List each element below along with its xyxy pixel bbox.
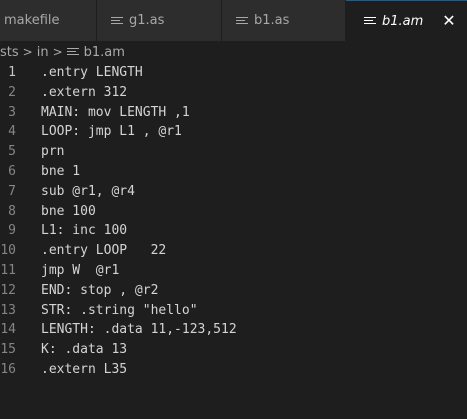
line-text: LOOP: jmp L1 , @r1 (41, 124, 182, 140)
line-text: L1: inc 100 (41, 223, 128, 239)
file-lines-icon (66, 47, 79, 57)
tab-g1-as[interactable]: g1.as (97, 0, 222, 41)
line-number: 16 (0, 361, 16, 377)
tab-b1-as[interactable]: b1.as (222, 0, 346, 41)
line-text: END: stop , @r2 (41, 282, 159, 298)
line-text: jmp W @r1 (41, 262, 120, 278)
code-line[interactable]: 11 jmp W @r1 (0, 261, 467, 281)
line-number: 9 (8, 223, 16, 239)
line-number: 5 (8, 144, 16, 160)
code-line[interactable]: 5 prn (0, 142, 467, 162)
line-number: 3 (8, 104, 16, 120)
line-text: K: .data 13 (41, 342, 128, 358)
code-line[interactable]: 3 MAIN: mov LENGTH ,1 (0, 103, 467, 123)
code-line[interactable]: 2 .extern 312 (0, 83, 467, 103)
line-text: bne 1 (41, 163, 81, 179)
code-line[interactable]: 6 bne 1 (0, 162, 467, 182)
code-line[interactable]: 8 bne 100 (0, 202, 467, 222)
code-line[interactable]: 12 END: stop , @r2 (0, 281, 467, 301)
breadcrumb-folder[interactable]: sts (0, 45, 19, 60)
code-editor[interactable]: 1 .entry LENGTH 2 .extern 312 3 MAIN: mov L… (0, 63, 467, 419)
code-line[interactable]: 7 sub @r1, @r4 (0, 182, 467, 202)
code-line[interactable]: 16 .extern L35 (0, 360, 467, 380)
line-text: .extern L35 (41, 361, 128, 377)
line-text: STR: .string "hello" (41, 302, 198, 318)
chevron-right-icon: > (52, 45, 63, 59)
line-number: 13 (0, 302, 16, 318)
tab-makefile[interactable]: makefile (0, 0, 97, 41)
line-number: 7 (8, 183, 16, 199)
tab-label: b1.as (254, 13, 290, 28)
code-line[interactable]: 15 K: .data 13 (0, 340, 467, 360)
chevron-right-icon: > (22, 45, 33, 59)
breadcrumb-file[interactable]: b1.am (84, 45, 125, 60)
tab-label: makefile (4, 13, 60, 28)
line-text: prn (41, 144, 65, 160)
file-lines-icon (236, 16, 248, 26)
line-number: 4 (8, 124, 16, 140)
tab-b1-am[interactable]: b1.am ✕ (346, 0, 467, 41)
line-number: 12 (0, 282, 16, 298)
code-line[interactable]: 1 .entry LENGTH (0, 63, 467, 83)
line-text: LENGTH: .data 11,-123,512 (41, 322, 237, 338)
line-number: 8 (8, 203, 16, 219)
file-lines-icon (111, 16, 123, 26)
tab-bar: makefile g1.as b1.as b1.am ✕ (0, 0, 467, 41)
line-text: sub @r1, @r4 (41, 183, 135, 199)
code-line[interactable]: 4 LOOP: jmp L1 , @r1 (0, 122, 467, 142)
code-line[interactable]: 13 STR: .string "hello" (0, 301, 467, 321)
breadcrumb: sts > in > b1.am (0, 41, 467, 63)
line-number: 6 (8, 163, 16, 179)
code-line[interactable]: 9 L1: inc 100 (0, 221, 467, 241)
line-number: 10 (0, 243, 16, 259)
line-number: 2 (8, 84, 16, 100)
line-number: 1 (8, 65, 16, 80)
line-text: MAIN: mov LENGTH ,1 (41, 104, 190, 120)
breadcrumb-folder[interactable]: in (37, 45, 49, 60)
tab-label: g1.as (129, 13, 165, 28)
line-text: bne 100 (41, 203, 96, 219)
line-number: 14 (0, 322, 16, 338)
line-text: .entry LOOP 22 (41, 243, 167, 259)
line-text: .extern 312 (41, 84, 128, 100)
code-line[interactable]: 14 LENGTH: .data 11,-123,512 (0, 320, 467, 340)
line-number: 11 (0, 262, 16, 278)
file-lines-icon (364, 16, 376, 26)
line-text: .entry LENGTH (41, 65, 143, 80)
code-line[interactable]: 10 .entry LOOP 22 (0, 241, 467, 261)
line-number: 15 (0, 342, 16, 358)
tab-label: b1.am (382, 13, 424, 29)
close-icon[interactable]: ✕ (439, 11, 459, 31)
